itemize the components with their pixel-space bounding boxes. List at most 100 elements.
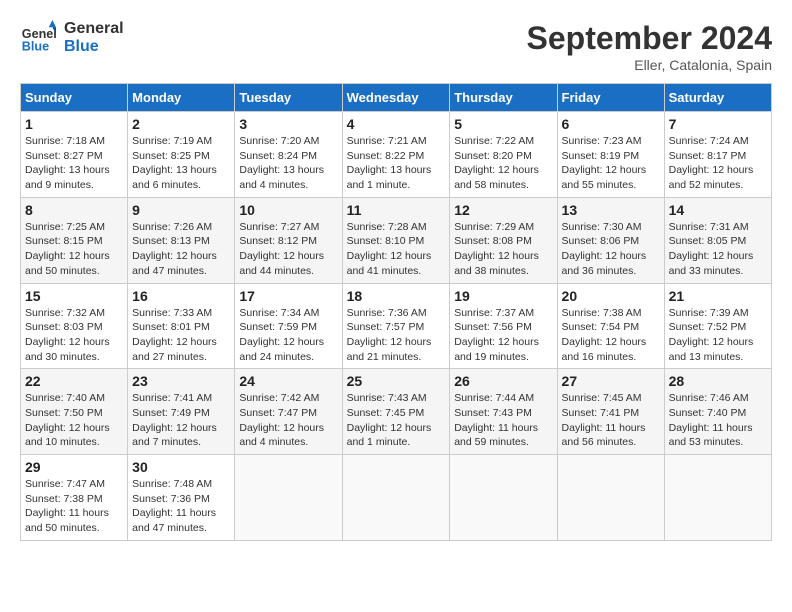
calendar-cell (450, 455, 557, 541)
calendar-cell: 27 Sunrise: 7:45 AM Sunset: 7:41 PM Dayli… (557, 369, 664, 455)
day-info: Sunrise: 7:45 AM Sunset: 7:41 PM Dayligh… (562, 391, 660, 450)
calendar-table: SundayMondayTuesdayWednesdayThursdayFrid… (20, 83, 772, 541)
day-info: Sunrise: 7:29 AM Sunset: 8:08 PM Dayligh… (454, 220, 552, 279)
calendar-cell: 20 Sunrise: 7:38 AM Sunset: 7:54 PM Dayli… (557, 283, 664, 369)
day-info: Sunrise: 7:38 AM Sunset: 7:54 PM Dayligh… (562, 306, 660, 365)
calendar-cell: 2 Sunrise: 7:19 AM Sunset: 8:25 PM Daylig… (128, 112, 235, 198)
weekday-header-row: SundayMondayTuesdayWednesdayThursdayFrid… (21, 84, 772, 112)
calendar-cell (342, 455, 450, 541)
day-info: Sunrise: 7:30 AM Sunset: 8:06 PM Dayligh… (562, 220, 660, 279)
day-number: 17 (239, 288, 337, 304)
day-number: 16 (132, 288, 230, 304)
day-info: Sunrise: 7:41 AM Sunset: 7:49 PM Dayligh… (132, 391, 230, 450)
month-title: September 2024 (527, 20, 772, 57)
day-info: Sunrise: 7:40 AM Sunset: 7:50 PM Dayligh… (25, 391, 123, 450)
calendar-cell: 6 Sunrise: 7:23 AM Sunset: 8:19 PM Daylig… (557, 112, 664, 198)
day-info: Sunrise: 7:25 AM Sunset: 8:15 PM Dayligh… (25, 220, 123, 279)
calendar-cell: 18 Sunrise: 7:36 AM Sunset: 7:57 PM Dayli… (342, 283, 450, 369)
day-number: 14 (669, 202, 767, 218)
calendar-cell: 13Sunrise: 7:30 AM Sunset: 8:06 PM Dayli… (557, 197, 664, 283)
day-number: 11 (347, 202, 446, 218)
logo-blue: Blue (64, 38, 124, 56)
day-info: Sunrise: 7:19 AM Sunset: 8:25 PM Dayligh… (132, 134, 230, 193)
calendar-week-row: 29 Sunrise: 7:47 AM Sunset: 7:38 PM Dayli… (21, 455, 772, 541)
day-number: 25 (347, 373, 446, 389)
day-number: 15 (25, 288, 123, 304)
calendar-cell (664, 455, 771, 541)
day-info: Sunrise: 7:44 AM Sunset: 7:43 PM Dayligh… (454, 391, 552, 450)
calendar-cell: 1Sunrise: 7:18 AM Sunset: 8:27 PM Daylig… (21, 112, 128, 198)
day-number: 2 (132, 116, 230, 132)
day-info: Sunrise: 7:31 AM Sunset: 8:05 PM Dayligh… (669, 220, 767, 279)
day-info: Sunrise: 7:24 AM Sunset: 8:17 PM Dayligh… (669, 134, 767, 193)
day-info: Sunrise: 7:37 AM Sunset: 7:56 PM Dayligh… (454, 306, 552, 365)
calendar-cell: 11Sunrise: 7:28 AM Sunset: 8:10 PM Dayli… (342, 197, 450, 283)
day-number: 23 (132, 373, 230, 389)
calendar-cell: 28Sunrise: 7:46 AM Sunset: 7:40 PM Dayli… (664, 369, 771, 455)
weekday-header: Monday (128, 84, 235, 112)
day-number: 12 (454, 202, 552, 218)
calendar-cell: 24Sunrise: 7:42 AM Sunset: 7:47 PM Dayli… (235, 369, 342, 455)
day-number: 10 (239, 202, 337, 218)
calendar-cell: 3Sunrise: 7:20 AM Sunset: 8:24 PM Daylig… (235, 112, 342, 198)
calendar-cell: 30Sunrise: 7:48 AM Sunset: 7:36 PM Dayli… (128, 455, 235, 541)
day-info: Sunrise: 7:46 AM Sunset: 7:40 PM Dayligh… (669, 391, 767, 450)
calendar-cell: 14 Sunrise: 7:31 AM Sunset: 8:05 PM Dayli… (664, 197, 771, 283)
calendar-cell: 8Sunrise: 7:25 AM Sunset: 8:15 PM Daylig… (21, 197, 128, 283)
title-area: September 2024 Eller, Catalonia, Spain (527, 20, 772, 73)
day-info: Sunrise: 7:42 AM Sunset: 7:47 PM Dayligh… (239, 391, 337, 450)
calendar-cell: 19Sunrise: 7:37 AM Sunset: 7:56 PM Dayli… (450, 283, 557, 369)
calendar-cell: 16 Sunrise: 7:33 AM Sunset: 8:01 PM Dayli… (128, 283, 235, 369)
logo: General Blue General Blue (20, 20, 124, 56)
day-info: Sunrise: 7:47 AM Sunset: 7:38 PM Dayligh… (25, 477, 123, 536)
day-number: 5 (454, 116, 552, 132)
calendar-cell: 5Sunrise: 7:22 AM Sunset: 8:20 PM Daylig… (450, 112, 557, 198)
calendar-cell: 21Sunrise: 7:39 AM Sunset: 7:52 PM Dayli… (664, 283, 771, 369)
logo-icon: General Blue (20, 20, 56, 56)
calendar-week-row: 8Sunrise: 7:25 AM Sunset: 8:15 PM Daylig… (21, 197, 772, 283)
weekday-header: Wednesday (342, 84, 450, 112)
day-number: 30 (132, 459, 230, 475)
calendar-cell: 25 Sunrise: 7:43 AM Sunset: 7:45 PM Dayli… (342, 369, 450, 455)
day-info: Sunrise: 7:43 AM Sunset: 7:45 PM Dayligh… (347, 391, 446, 450)
day-info: Sunrise: 7:26 AM Sunset: 8:13 PM Dayligh… (132, 220, 230, 279)
day-info: Sunrise: 7:27 AM Sunset: 8:12 PM Dayligh… (239, 220, 337, 279)
day-info: Sunrise: 7:32 AM Sunset: 8:03 PM Dayligh… (25, 306, 123, 365)
calendar-cell (557, 455, 664, 541)
page-header: General Blue General Blue September 2024… (20, 20, 772, 73)
day-info: Sunrise: 7:36 AM Sunset: 7:57 PM Dayligh… (347, 306, 446, 365)
weekday-header: Friday (557, 84, 664, 112)
weekday-header: Sunday (21, 84, 128, 112)
weekday-header: Saturday (664, 84, 771, 112)
calendar-week-row: 22 Sunrise: 7:40 AM Sunset: 7:50 PM Dayli… (21, 369, 772, 455)
weekday-header: Tuesday (235, 84, 342, 112)
day-number: 20 (562, 288, 660, 304)
svg-text:Blue: Blue (22, 40, 49, 54)
day-number: 27 (562, 373, 660, 389)
calendar-cell (235, 455, 342, 541)
day-number: 21 (669, 288, 767, 304)
calendar-cell: 23 Sunrise: 7:41 AM Sunset: 7:49 PM Dayli… (128, 369, 235, 455)
day-info: Sunrise: 7:23 AM Sunset: 8:19 PM Dayligh… (562, 134, 660, 193)
day-info: Sunrise: 7:34 AM Sunset: 7:59 PM Dayligh… (239, 306, 337, 365)
day-number: 22 (25, 373, 123, 389)
calendar-cell: 15 Sunrise: 7:32 AM Sunset: 8:03 PM Dayli… (21, 283, 128, 369)
day-number: 1 (25, 116, 123, 132)
day-number: 7 (669, 116, 767, 132)
calendar-cell: 26 Sunrise: 7:44 AM Sunset: 7:43 PM Dayli… (450, 369, 557, 455)
day-info: Sunrise: 7:33 AM Sunset: 8:01 PM Dayligh… (132, 306, 230, 365)
day-number: 9 (132, 202, 230, 218)
calendar-cell: 7 Sunrise: 7:24 AM Sunset: 8:17 PM Daylig… (664, 112, 771, 198)
calendar-cell: 10 Sunrise: 7:27 AM Sunset: 8:12 PM Dayli… (235, 197, 342, 283)
calendar-cell: 22 Sunrise: 7:40 AM Sunset: 7:50 PM Dayli… (21, 369, 128, 455)
calendar-cell: 9 Sunrise: 7:26 AM Sunset: 8:13 PM Daylig… (128, 197, 235, 283)
day-number: 18 (347, 288, 446, 304)
day-number: 26 (454, 373, 552, 389)
day-number: 29 (25, 459, 123, 475)
weekday-header: Thursday (450, 84, 557, 112)
calendar-week-row: 15 Sunrise: 7:32 AM Sunset: 8:03 PM Dayli… (21, 283, 772, 369)
calendar-week-row: 1Sunrise: 7:18 AM Sunset: 8:27 PM Daylig… (21, 112, 772, 198)
day-info: Sunrise: 7:21 AM Sunset: 8:22 PM Dayligh… (347, 134, 446, 193)
day-number: 6 (562, 116, 660, 132)
day-number: 3 (239, 116, 337, 132)
